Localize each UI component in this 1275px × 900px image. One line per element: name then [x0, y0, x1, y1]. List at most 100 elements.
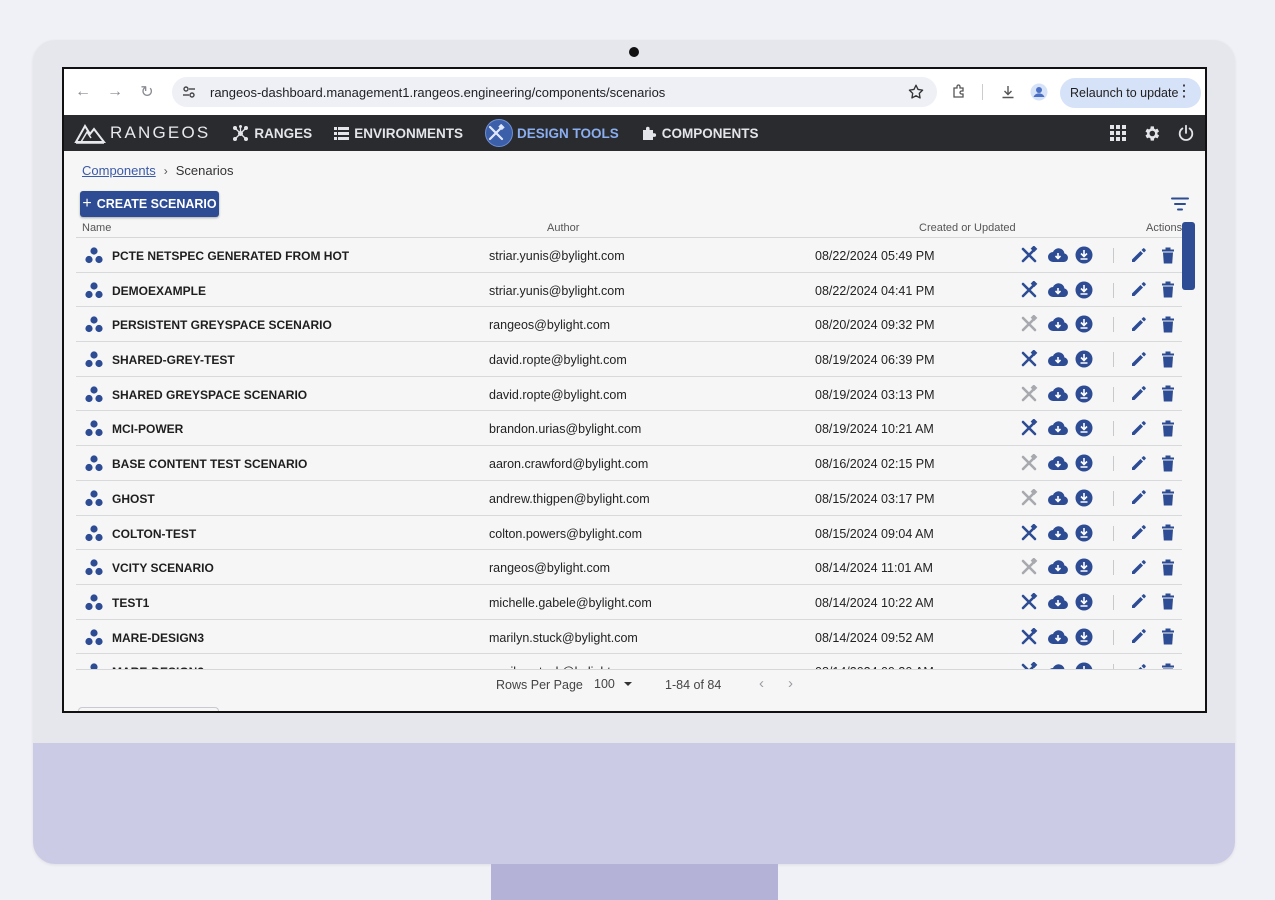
edit-pencil-icon[interactable]: [1128, 419, 1148, 437]
delete-trash-icon[interactable]: [1158, 419, 1178, 437]
design-tools-icon[interactable]: [1019, 627, 1039, 646]
cloud-download-icon[interactable]: [1046, 628, 1070, 646]
delete-trash-icon[interactable]: [1158, 558, 1178, 576]
scenario-name[interactable]: VCITY SCENARIO: [112, 561, 214, 575]
table-row[interactable]: TEST1 michelle.gabele@bylight.com 08/14/…: [76, 585, 1182, 620]
nav-ranges[interactable]: RANGES: [232, 115, 312, 151]
prev-page-icon[interactable]: ‹: [759, 675, 764, 692]
edit-pencil-icon[interactable]: [1128, 524, 1148, 542]
delete-trash-icon[interactable]: [1158, 628, 1178, 646]
download-circle-icon[interactable]: [1074, 350, 1094, 368]
header-name[interactable]: Name: [82, 222, 111, 234]
cloud-download-icon[interactable]: [1046, 662, 1070, 669]
table-row[interactable]: MARE-DESIGN2 marilyn.stuck@bylight.com 0…: [76, 654, 1182, 669]
table-row[interactable]: SHARED GREYSPACE SCENARIO david.ropte@by…: [76, 377, 1182, 412]
design-tools-icon[interactable]: [1019, 419, 1039, 437]
download-circle-icon[interactable]: [1074, 558, 1094, 576]
edit-pencil-icon[interactable]: [1128, 558, 1148, 576]
table-row[interactable]: BASE CONTENT TEST SCENARIO aaron.crawfor…: [76, 446, 1182, 481]
site-settings-icon[interactable]: [180, 83, 198, 101]
design-tools-icon[interactable]: [1019, 592, 1039, 611]
cloud-download-icon[interactable]: [1046, 593, 1070, 611]
cloud-download-icon[interactable]: [1046, 315, 1070, 333]
download-circle-icon[interactable]: [1074, 593, 1094, 611]
reload-icon[interactable]: ↻: [134, 79, 160, 105]
delete-trash-icon[interactable]: [1158, 662, 1178, 669]
filter-icon[interactable]: [1171, 197, 1189, 211]
header-created[interactable]: Created or Updated: [919, 222, 1016, 234]
url-text[interactable]: rangeos-dashboard.management1.rangeos.en…: [210, 85, 665, 100]
table-row[interactable]: MCI-POWER brandon.urias@bylight.com 08/1…: [76, 411, 1182, 447]
edit-pencil-icon[interactable]: [1128, 281, 1148, 299]
table-row[interactable]: MARE-DESIGN3 marilyn.stuck@bylight.com 0…: [76, 620, 1182, 655]
edit-pencil-icon[interactable]: [1128, 454, 1148, 472]
scenario-name[interactable]: GHOST: [112, 492, 155, 506]
download-circle-icon[interactable]: [1074, 454, 1094, 472]
cloud-download-icon[interactable]: [1046, 246, 1070, 264]
nav-environments[interactable]: ENVIRONMENTS: [334, 115, 463, 151]
design-tools-icon[interactable]: [1019, 662, 1039, 669]
table-row[interactable]: PERSISTENT GREYSPACE SCENARIO rangeos@by…: [76, 307, 1182, 343]
next-page-icon[interactable]: ›: [788, 675, 793, 692]
delete-trash-icon[interactable]: [1158, 489, 1178, 507]
edit-pencil-icon[interactable]: [1128, 593, 1148, 611]
nav-design-tools[interactable]: DESIGN TOOLS: [484, 115, 619, 151]
design-tools-icon[interactable]: [1019, 350, 1039, 368]
delete-trash-icon[interactable]: [1158, 315, 1178, 333]
design-tools-icon[interactable]: [1019, 523, 1039, 542]
delete-trash-icon[interactable]: [1158, 593, 1178, 611]
cloud-download-icon[interactable]: [1046, 350, 1070, 368]
scenario-name[interactable]: SHARED GREYSPACE SCENARIO: [112, 388, 307, 402]
design-tools-icon[interactable]: [1019, 280, 1039, 299]
cloud-download-icon[interactable]: [1046, 558, 1070, 576]
address-bar[interactable]: rangeos-dashboard.management1.rangeos.en…: [172, 77, 937, 107]
header-author[interactable]: Author: [547, 222, 579, 234]
delete-trash-icon[interactable]: [1158, 524, 1178, 542]
relaunch-button[interactable]: Relaunch to update ⋮: [1060, 78, 1201, 108]
edit-pencil-icon[interactable]: [1128, 662, 1148, 669]
scenario-name[interactable]: PERSISTENT GREYSPACE SCENARIO: [112, 318, 332, 332]
download-circle-icon[interactable]: [1074, 419, 1094, 437]
scrollbar-thumb[interactable]: [1182, 222, 1195, 290]
bookmark-star-icon[interactable]: [907, 83, 925, 101]
table-row[interactable]: GHOST andrew.thigpen@bylight.com 08/15/2…: [76, 481, 1182, 516]
rows-per-page-select[interactable]: 100: [594, 677, 635, 691]
power-icon[interactable]: [1177, 124, 1195, 142]
cloud-download-icon[interactable]: [1046, 385, 1070, 403]
scenario-name[interactable]: SHARED-GREY-TEST: [112, 353, 235, 367]
delete-trash-icon[interactable]: [1158, 281, 1178, 299]
scenario-name[interactable]: COLTON-TEST: [112, 527, 196, 541]
edit-pencil-icon[interactable]: [1128, 246, 1148, 264]
delete-trash-icon[interactable]: [1158, 385, 1178, 403]
table-row[interactable]: PCTE NETSPEC GENERATED FROM HOT striar.y…: [76, 238, 1182, 273]
table-row[interactable]: SHARED-GREY-TEST david.ropte@bylight.com…: [76, 342, 1182, 377]
download-circle-icon[interactable]: [1074, 628, 1094, 646]
download-circle-icon[interactable]: [1074, 315, 1094, 333]
profile-avatar-icon[interactable]: [1030, 83, 1048, 101]
edit-pencil-icon[interactable]: [1128, 628, 1148, 646]
table-row[interactable]: VCITY SCENARIO rangeos@bylight.com 08/14…: [76, 550, 1182, 585]
download-circle-icon[interactable]: [1074, 489, 1094, 507]
scenario-name[interactable]: DEMOEXAMPLE: [112, 284, 206, 298]
nav-components[interactable]: COMPONENTS: [641, 115, 758, 151]
extensions-icon[interactable]: [950, 83, 968, 101]
gear-icon[interactable]: [1142, 124, 1161, 143]
download-circle-icon[interactable]: [1074, 524, 1094, 542]
forward-arrow-icon[interactable]: →: [102, 79, 128, 105]
delete-trash-icon[interactable]: [1158, 350, 1178, 368]
scenario-name[interactable]: MARE-DESIGN3: [112, 631, 204, 645]
table-row[interactable]: DEMOEXAMPLE striar.yunis@bylight.com 08/…: [76, 273, 1182, 308]
back-arrow-icon[interactable]: ←: [70, 79, 96, 105]
scenario-name[interactable]: MCI-POWER: [112, 422, 183, 436]
delete-trash-icon[interactable]: [1158, 454, 1178, 472]
cloud-download-icon[interactable]: [1046, 281, 1070, 299]
download-circle-icon[interactable]: [1074, 246, 1094, 264]
download-circle-icon[interactable]: [1074, 281, 1094, 299]
delete-trash-icon[interactable]: [1158, 246, 1178, 264]
download-circle-icon[interactable]: [1074, 662, 1094, 669]
edit-pencil-icon[interactable]: [1128, 350, 1148, 368]
edit-pencil-icon[interactable]: [1128, 385, 1148, 403]
apps-grid-icon[interactable]: [1110, 125, 1126, 141]
design-tools-icon[interactable]: [1019, 246, 1039, 264]
cloud-download-icon[interactable]: [1046, 489, 1070, 507]
